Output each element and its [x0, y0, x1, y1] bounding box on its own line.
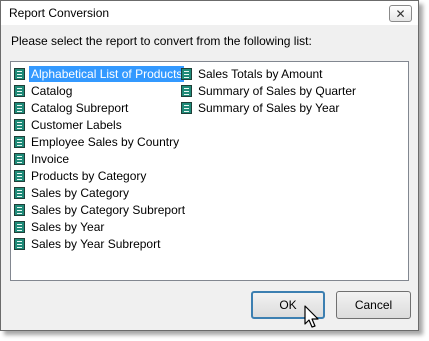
- report-icon: [14, 220, 25, 233]
- report-list-item[interactable]: Products by Category: [14, 167, 187, 184]
- report-list-item-label: Catalog: [31, 83, 73, 98]
- report-list-item[interactable]: Customer Labels: [14, 116, 187, 133]
- report-list-column-2: Sales Totals by Amount Summary of Sales b…: [181, 65, 358, 116]
- report-list-item-label: Employee Sales by Country: [31, 134, 180, 149]
- report-list-item[interactable]: Sales by Year Subreport: [14, 235, 187, 252]
- report-icon: [14, 67, 25, 80]
- report-list-item-label: Sales by Year: [31, 219, 105, 234]
- report-icon: [14, 84, 25, 97]
- instruction-text: Please select the report to convert from…: [11, 34, 312, 48]
- report-list-item-label: Sales by Category: [31, 185, 130, 200]
- title-bar[interactable]: Report Conversion ✕: [1, 1, 418, 25]
- report-list-item-label: Customer Labels: [31, 117, 122, 132]
- report-list-item[interactable]: Sales by Year: [14, 218, 187, 235]
- cancel-button[interactable]: Cancel: [336, 291, 411, 319]
- report-list-item[interactable]: Sales by Category Subreport: [14, 201, 187, 218]
- report-list-item-label: Invoice: [31, 151, 70, 166]
- report-icon: [14, 203, 25, 216]
- report-icon: [14, 186, 25, 199]
- report-list[interactable]: Alphabetical List of Products Catalog Cata…: [10, 61, 409, 281]
- report-list-item-label: Sales by Year Subreport: [31, 236, 161, 251]
- report-list-item[interactable]: Sales Totals by Amount: [181, 65, 358, 82]
- report-list-item[interactable]: Alphabetical List of Products: [14, 65, 187, 82]
- report-icon: [181, 101, 192, 114]
- report-list-item-label: Alphabetical List of Products: [29, 65, 185, 82]
- close-button[interactable]: ✕: [389, 5, 412, 22]
- report-icon: [14, 101, 25, 114]
- report-icon: [181, 67, 192, 80]
- report-list-item-label: Products by Category: [31, 168, 147, 183]
- report-icon: [14, 237, 25, 250]
- report-list-item-label: Summary of Sales by Year: [198, 100, 340, 115]
- report-list-item[interactable]: Invoice: [14, 150, 187, 167]
- report-list-item-label: Summary of Sales by Quarter: [198, 83, 357, 98]
- report-list-item[interactable]: Catalog: [14, 82, 187, 99]
- report-icon: [14, 152, 25, 165]
- report-icon: [14, 118, 25, 131]
- report-icon: [14, 169, 25, 182]
- report-list-item[interactable]: Sales by Category: [14, 184, 187, 201]
- report-list-item-label: Sales by Category Subreport: [31, 202, 186, 217]
- report-list-item-label: Catalog Subreport: [31, 100, 129, 115]
- report-icon: [181, 84, 192, 97]
- report-list-column-1: Alphabetical List of Products Catalog Cata…: [14, 65, 187, 252]
- mouse-pointer-icon: [304, 305, 319, 328]
- report-icon: [14, 135, 25, 148]
- report-conversion-dialog: Report Conversion ✕ Please select the re…: [0, 0, 419, 331]
- report-list-item[interactable]: Summary of Sales by Year: [181, 99, 358, 116]
- report-list-item[interactable]: Catalog Subreport: [14, 99, 187, 116]
- report-list-item-label: Sales Totals by Amount: [198, 66, 323, 81]
- window-title: Report Conversion: [9, 6, 110, 20]
- close-icon: ✕: [395, 6, 406, 21]
- report-list-item[interactable]: Summary of Sales by Quarter: [181, 82, 358, 99]
- report-list-item[interactable]: Employee Sales by Country: [14, 133, 187, 150]
